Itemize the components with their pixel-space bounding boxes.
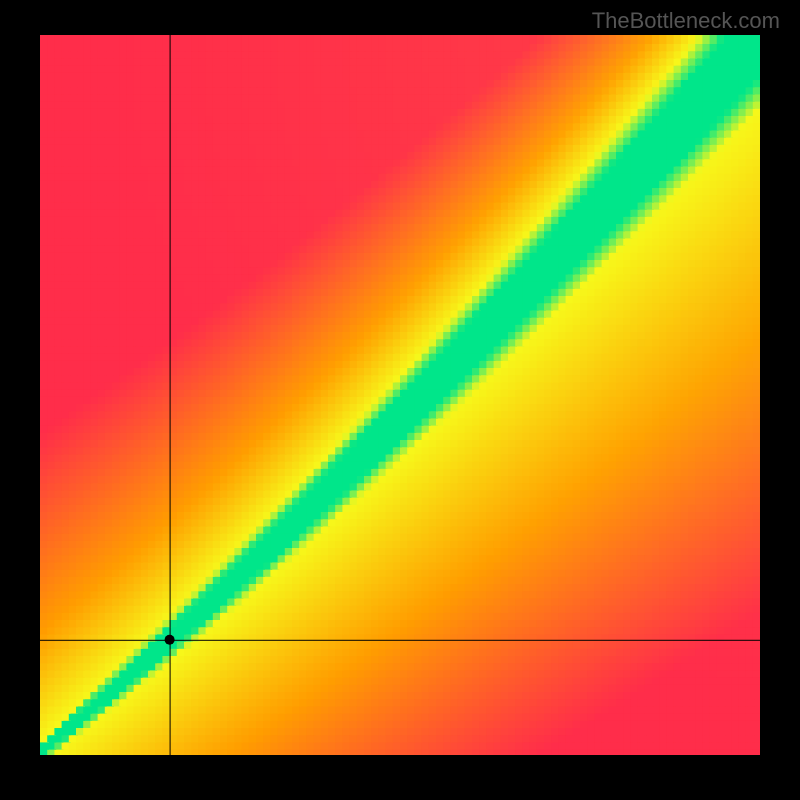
heatmap-plot [40,35,760,755]
chart-container: TheBottleneck.com [0,0,800,800]
watermark-text: TheBottleneck.com [592,8,780,34]
heatmap-canvas [40,35,760,755]
